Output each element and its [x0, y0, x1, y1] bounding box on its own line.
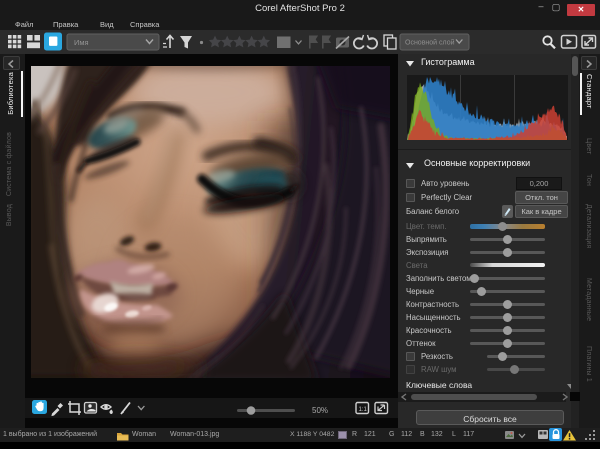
svg-text:50%: 50%: [312, 406, 328, 415]
svg-text:Имя: Имя: [74, 38, 89, 47]
svg-text:1:1: 1:1: [359, 407, 368, 413]
svg-text:Основной слой: Основной слой: [405, 39, 455, 47]
